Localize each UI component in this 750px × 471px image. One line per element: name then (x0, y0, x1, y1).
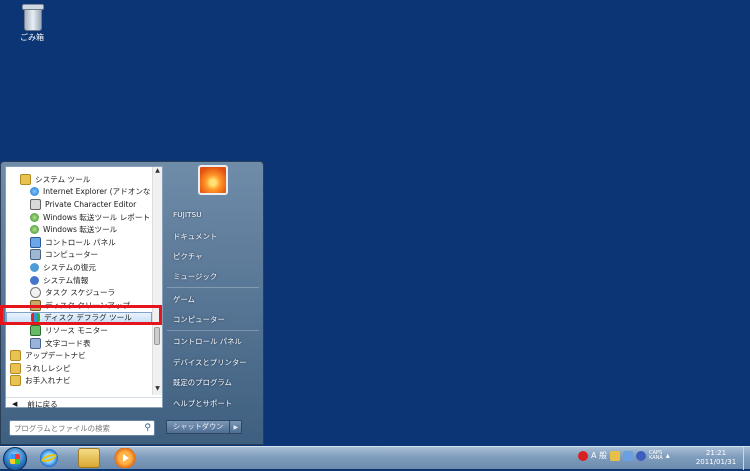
recycle-bin-label: ごみ箱 (20, 33, 44, 42)
taskbar-media-player-icon[interactable] (114, 448, 136, 468)
program-list-item[interactable]: リソース モニター (6, 324, 152, 337)
program-list-item[interactable]: Private Character Editor (6, 198, 152, 211)
system-restore-icon (30, 262, 39, 272)
internet-explorer-icon (30, 187, 39, 197)
menu-separator (167, 287, 259, 288)
program-label: Windows 転送ツール レポート (43, 212, 151, 222)
control-panel-icon (30, 236, 41, 248)
start-item-devices-printers[interactable]: デバイスとプリンター (167, 354, 259, 370)
windows-logo-icon (10, 454, 20, 464)
clock-icon (30, 287, 41, 299)
taskbar-clock[interactable]: 21:21 2011/01/31 (690, 449, 742, 467)
caps-kana-indicator: CAPS KANA (649, 450, 663, 461)
program-list-item[interactable]: タスク スケジューラ (6, 286, 152, 299)
program-label: うれしレシピ (25, 363, 71, 373)
security-tray-icon[interactable] (578, 450, 588, 461)
transfer-icon (30, 212, 39, 222)
shutdown-button[interactable]: シャットダウン (166, 420, 231, 434)
start-menu-right-pane: FUJITSU ドキュメント ピクチャミュージック ゲームコンピューター コントロール … (165, 162, 263, 446)
start-item-games[interactable]: ゲーム (167, 291, 259, 307)
scrollbar-thumb[interactable] (154, 327, 160, 345)
taskbar: A 般 CAPS KANA ▴ 21:21 2011/01/31 (0, 446, 750, 471)
character-map-icon (30, 337, 41, 349)
start-menu: システム ツール Internet Explorer (アドオンなし) Privat… (0, 161, 264, 445)
program-list-item[interactable]: コントロール パネル (6, 236, 152, 249)
search-icon[interactable]: ⚲ (144, 423, 151, 433)
folder-icon (20, 173, 31, 185)
taskbar-explorer-folder-icon[interactable] (78, 448, 100, 468)
transfer-icon (30, 225, 39, 235)
back-button[interactable]: ◀ 前に戻る (6, 397, 162, 410)
program-list-item[interactable]: 文字コード表 (6, 337, 152, 350)
program-list-item[interactable]: アップデートナビ (6, 349, 152, 362)
kana-label: KANA (649, 454, 663, 461)
pen-icon (30, 198, 41, 210)
notification-area: A 般 CAPS KANA ▴ (578, 450, 670, 461)
program-list-item[interactable]: Windows 転送ツール (6, 223, 152, 236)
taskbar-internet-explorer-icon[interactable] (38, 448, 60, 468)
folder-icon (10, 350, 21, 362)
program-label: Private Character Editor (45, 199, 137, 209)
program-label: コンピューター (45, 250, 99, 260)
program-list-scrollbar[interactable]: ▲ ▼ (152, 167, 162, 395)
computer-icon (30, 249, 41, 261)
start-menu-programs-pane: システム ツール Internet Explorer (アドオンなし) Privat… (5, 166, 163, 410)
back-arrow-icon: ◀ (12, 400, 18, 408)
start-button[interactable] (3, 447, 27, 471)
shutdown-group: シャットダウン ▶ (166, 420, 243, 434)
program-label: Windows 転送ツール (43, 225, 118, 235)
program-list: システム ツール Internet Explorer (アドオンなし) Privat… (6, 167, 152, 395)
search-box[interactable]: ⚲ (9, 420, 155, 436)
program-label: システム ツール (35, 174, 91, 184)
scroll-up-icon[interactable]: ▲ (153, 167, 162, 174)
program-label: システムの復元 (43, 262, 96, 272)
show-desktop-button[interactable] (743, 447, 750, 470)
start-item-default-programs[interactable]: 既定のプログラム (167, 374, 259, 390)
program-label: 文字コード表 (45, 338, 91, 348)
tray-expand-icon[interactable]: ▴ (666, 451, 670, 460)
start-item-pictures[interactable]: ピクチャ (167, 248, 259, 264)
program-list-item[interactable]: システム情報 (6, 274, 152, 287)
info-icon (30, 275, 39, 285)
clock-date: 2011/01/31 (695, 458, 737, 466)
start-item-computer[interactable]: コンピューター (167, 311, 259, 327)
program-label: システム情報 (43, 275, 89, 285)
start-item-documents[interactable]: ドキュメント (167, 228, 259, 244)
ime-tool-icon[interactable] (610, 450, 621, 461)
menu-separator (167, 330, 259, 331)
recycle-bin-icon (21, 4, 44, 31)
folder-icon (10, 362, 21, 374)
program-label: アップデートナビ (25, 351, 86, 361)
folder-icon (10, 375, 21, 387)
program-list-item[interactable]: システムの復元 (6, 261, 152, 274)
ime-pad-icon[interactable] (623, 450, 634, 461)
clock-time: 21:21 (705, 449, 727, 457)
help-tray-icon[interactable] (636, 450, 647, 461)
program-list-item[interactable]: Internet Explorer (アドオンなし) (6, 186, 152, 199)
search-input[interactable] (10, 422, 136, 434)
start-item-music[interactable]: ミュージック (167, 268, 259, 284)
start-item-help-support[interactable]: ヘルプとサポート (167, 395, 259, 411)
program-list-item[interactable]: コンピューター (6, 249, 152, 262)
shutdown-options-arrow-icon[interactable]: ▶ (230, 420, 243, 434)
scroll-down-icon[interactable]: ▼ (153, 385, 162, 392)
program-list-item[interactable]: システム ツール (6, 173, 152, 186)
user-picture-avatar[interactable] (198, 165, 228, 195)
program-label: リソース モニター (45, 325, 108, 335)
resource-monitor-icon (30, 324, 41, 336)
program-list-item[interactable]: お手入れナビ (6, 375, 152, 388)
start-item-control-panel[interactable]: コントロール パネル (167, 333, 259, 349)
program-list-item[interactable]: Windows 転送ツール レポート (6, 211, 152, 224)
ime-indicator[interactable]: A 般 (591, 450, 607, 461)
back-label: 前に戻る (27, 399, 58, 409)
annotation-highlight-box (0, 305, 162, 325)
start-item-user[interactable]: FUJITSU (167, 206, 259, 222)
program-label: Internet Explorer (アドオンなし) (43, 187, 152, 197)
recycle-bin[interactable]: ごみ箱 (12, 4, 52, 43)
program-list-item[interactable]: うれしレシピ (6, 362, 152, 375)
program-label: お手入れナビ (25, 376, 71, 386)
program-label: タスク スケジューラ (45, 288, 116, 298)
program-label: コントロール パネル (45, 237, 116, 247)
